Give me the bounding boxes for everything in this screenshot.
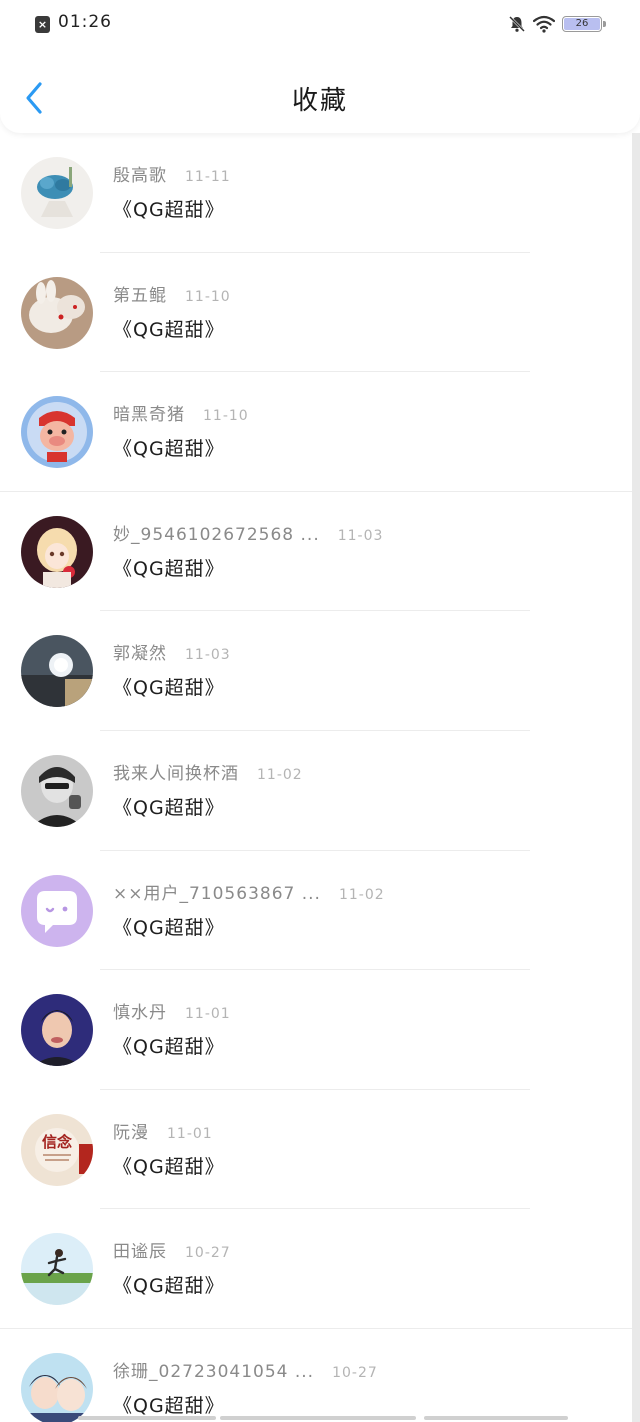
list-item[interactable]: 郭凝然 11-03 《QG超甜》 (0, 611, 640, 731)
item-title[interactable]: 《QG超甜》 (113, 554, 225, 581)
list-item[interactable]: 妙_9546102672568 ... 11-03 《QG超甜》 (0, 492, 640, 612)
bottom-indicator-segment (424, 1416, 568, 1420)
bottom-indicator-segment (220, 1416, 416, 1420)
list-item[interactable]: 田谧辰 10-27 《QG超甜》 (0, 1209, 640, 1329)
date: 10-27 (185, 1245, 231, 1262)
date: 11-01 (185, 1006, 231, 1023)
user-avatar[interactable] (21, 754, 93, 827)
list-item[interactable]: 慎水丹 11-01 《QG超甜》 (0, 970, 640, 1090)
user-avatar[interactable] (21, 1233, 93, 1306)
date: 10-27 (332, 1364, 378, 1381)
item-title[interactable]: 《QG超甜》 (113, 913, 225, 940)
user-avatar[interactable] (21, 396, 93, 469)
username[interactable]: 郭凝然 (113, 644, 167, 664)
favorites-list: 殷高歌 11-11 《QG超甜》 第五鲲 11-10 《QG超甜》 暗黑奇猪 11-1… (0, 133, 640, 1422)
status-time: 01:26 (58, 12, 112, 32)
username[interactable]: ××用户_710563867 ... (113, 884, 321, 904)
username[interactable]: 妙_9546102672568 ... (113, 525, 320, 545)
user-avatar[interactable] (21, 276, 93, 349)
item-title[interactable]: 《QG超甜》 (113, 1271, 225, 1298)
date: 11-10 (185, 288, 231, 305)
list-item[interactable]: 徐珊_02723041054 ... 10-27 《QG超甜》 (0, 1329, 640, 1422)
bottom-indicator (78, 1416, 568, 1420)
item-title[interactable]: 《QG超甜》 (113, 315, 225, 342)
wifi-icon (533, 15, 555, 33)
user-avatar[interactable] (21, 635, 93, 708)
list-item[interactable]: 暗黑奇猪 11-10 《QG超甜》 (0, 372, 640, 492)
page-title: 收藏 (291, 86, 348, 116)
avatar-badge-text: 信念 (42, 1133, 72, 1151)
date: 11-01 (167, 1125, 213, 1142)
notification-close-icon: × (35, 16, 50, 33)
bottom-indicator-segment (78, 1416, 216, 1420)
username[interactable]: 第五鲲 (113, 286, 167, 306)
item-title[interactable]: 《QG超甜》 (113, 1032, 225, 1059)
user-avatar[interactable] (21, 1352, 93, 1422)
item-title[interactable]: 《QG超甜》 (113, 1391, 225, 1418)
date: 11-10 (203, 408, 249, 425)
username[interactable]: 殷高歌 (113, 166, 167, 186)
list-item[interactable]: 我来人间换杯酒 11-02 《QG超甜》 (0, 731, 640, 851)
item-title[interactable]: 《QG超甜》 (113, 793, 225, 820)
username[interactable]: 田谧辰 (113, 1242, 167, 1262)
mute-bell-icon (509, 16, 525, 32)
item-title[interactable]: 《QG超甜》 (113, 1152, 225, 1179)
item-title[interactable]: 《QG超甜》 (113, 673, 225, 700)
date: 11-03 (337, 527, 384, 544)
list-item[interactable]: 信念 阮漫 11-01 《QG超甜》 (0, 1090, 640, 1210)
username[interactable]: 徐珊_02723041054 ... (113, 1362, 314, 1382)
username[interactable]: 阮漫 (113, 1123, 149, 1143)
item-title[interactable]: 《QG超甜》 (113, 195, 225, 222)
battery-level: 26 (564, 18, 600, 30)
list-item[interactable]: 殷高歌 11-11 《QG超甜》 (0, 133, 640, 253)
username[interactable]: 暗黑奇猪 (113, 405, 185, 425)
battery-icon: 26 (562, 16, 606, 32)
user-avatar[interactable] (21, 994, 93, 1067)
username[interactable]: 我来人间换杯酒 (113, 764, 239, 784)
user-avatar[interactable] (21, 515, 93, 588)
item-title[interactable]: 《QG超甜》 (113, 434, 225, 461)
list-item[interactable]: ××用户_710563867 ... 11-02 《QG超甜》 (0, 851, 640, 971)
user-avatar[interactable]: 信念 (21, 1113, 93, 1186)
date: 11-02 (257, 766, 303, 783)
date: 11-11 (185, 169, 231, 185)
date: 11-03 (185, 647, 231, 664)
date: 11-02 (338, 886, 385, 903)
username[interactable]: 慎水丹 (113, 1003, 167, 1023)
scrollbar[interactable] (632, 133, 640, 1422)
status-bar: × 01:26 26 (0, 0, 640, 48)
user-avatar[interactable] (21, 157, 93, 229)
app-header: × 01:26 26 收藏 (0, 0, 640, 133)
list-item[interactable]: 第五鲲 11-10 《QG超甜》 (0, 253, 640, 373)
user-avatar[interactable] (21, 874, 93, 947)
